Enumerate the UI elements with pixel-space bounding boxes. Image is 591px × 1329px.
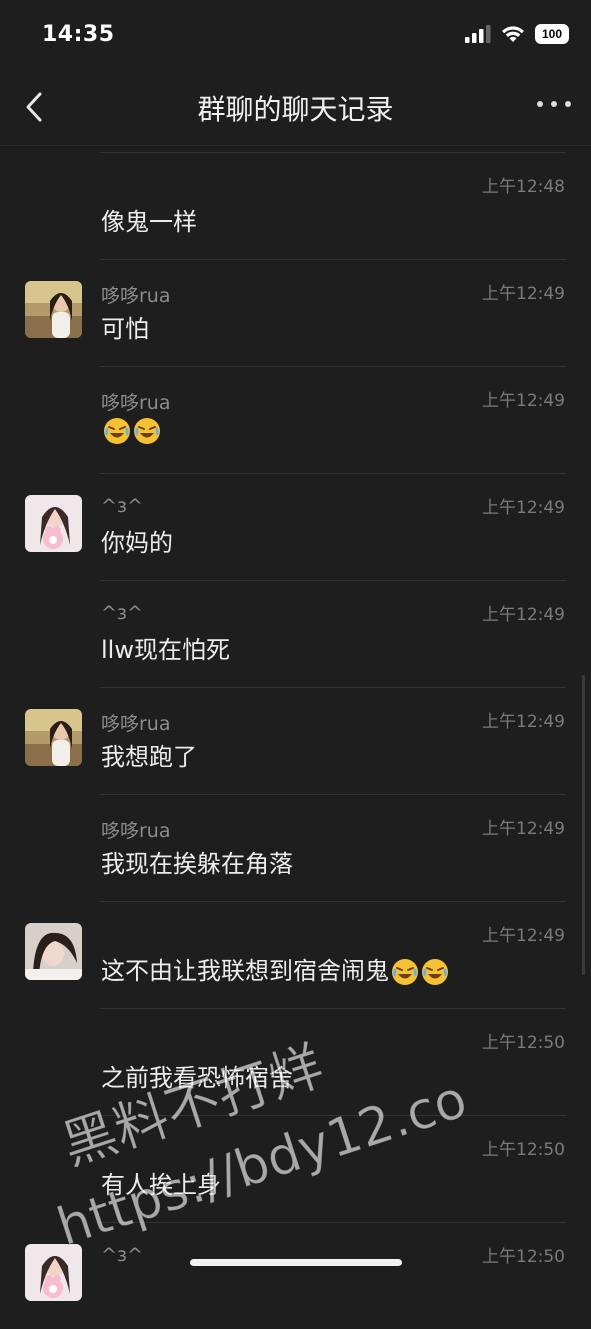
crying-laughing-emoji <box>131 416 161 444</box>
status-time: 14:35 <box>42 22 115 47</box>
message-row[interactable]: 哆哆rua 上午12:49 我想跑了 <box>0 687 591 794</box>
sender-name: ^з^ <box>101 1244 143 1266</box>
message-text-content: 我想跑了 <box>101 743 197 771</box>
dot-icon <box>565 101 571 107</box>
message-row[interactable]: ^з^ 上午12:49 llw现在怕死 <box>0 580 591 687</box>
message-row[interactable]: 哆哆rua 上午12:49 我现在挨躲在角落 <box>0 794 591 901</box>
sender-name: 哆哆rua <box>101 285 171 307</box>
navigation-bar: 群聊的聊天记录 <box>0 70 591 146</box>
message-text: 有人挨上身 <box>101 1165 221 1200</box>
sender-name: 哆哆rua <box>101 713 171 735</box>
message-time: 上午12:49 <box>482 605 565 625</box>
message-text: 这不由让我联想到宿舍闹鬼 <box>101 951 449 986</box>
message-row[interactable]: ^з^ 上午12:50 <box>0 1222 591 1329</box>
divider <box>100 259 566 260</box>
divider <box>100 1008 566 1009</box>
sender-name: ^з^ <box>101 602 143 624</box>
wifi-icon <box>502 26 524 42</box>
divider <box>100 1222 566 1223</box>
message-time: 上午12:48 <box>482 177 565 197</box>
crying-laughing-emoji <box>389 957 419 985</box>
message-time: 上午12:49 <box>482 391 565 411</box>
avatar[interactable] <box>25 495 82 552</box>
message-text: 之前我看恐怖宿舍 <box>101 1058 293 1093</box>
message-text-content: 可怕 <box>101 315 149 343</box>
message-row[interactable]: 哆哆rua 上午12:49 可怕 <box>0 259 591 366</box>
message-text-content: llw现在怕死 <box>101 636 230 664</box>
message-text: 像鬼一样 <box>101 202 197 237</box>
divider <box>100 687 566 688</box>
sender-name: ^з^ <box>101 495 143 517</box>
divider <box>100 152 566 153</box>
message-time: 上午12:50 <box>482 1247 565 1267</box>
divider <box>100 473 566 474</box>
page-title: 群聊的聊天记录 <box>197 93 394 126</box>
message-time: 上午12:50 <box>482 1140 565 1160</box>
message-row[interactable]: 哆哆rua 上午12:49 <box>0 366 591 473</box>
divider <box>100 901 566 902</box>
message-text: 我现在挨躲在角落 <box>101 844 293 879</box>
message-time: 上午12:50 <box>482 1033 565 1053</box>
avatar[interactable] <box>25 923 82 980</box>
divider <box>100 794 566 795</box>
crying-laughing-emoji <box>419 957 449 985</box>
battery-icon: 100 <box>535 24 569 44</box>
message-text-content: 之前我看恐怖宿舍 <box>101 1064 293 1092</box>
divider <box>100 1115 566 1116</box>
message-row[interactable]: 上午12:50 之前我看恐怖宿舍 <box>0 1008 591 1115</box>
message-row[interactable]: ^з^ 上午12:49 你妈的 <box>0 473 591 580</box>
dot-icon <box>551 101 557 107</box>
more-options-button[interactable] <box>537 94 571 114</box>
message-time: 上午12:49 <box>482 712 565 732</box>
message-text: 我想跑了 <box>101 737 197 772</box>
message-text: 可怕 <box>101 309 149 344</box>
message-text: llw现在怕死 <box>101 630 230 665</box>
avatar[interactable] <box>25 709 82 766</box>
message-text-content: 你妈的 <box>101 529 173 557</box>
message-text-content: 像鬼一样 <box>101 208 197 236</box>
message-row[interactable]: 上午12:50 有人挨上身 <box>0 1115 591 1222</box>
scroll-indicator[interactable] <box>582 675 585 975</box>
sender-name: 哆哆rua <box>101 392 171 414</box>
divider <box>100 580 566 581</box>
message-text-content: 我现在挨躲在角落 <box>101 850 293 878</box>
avatar[interactable] <box>25 1244 82 1301</box>
sender-name: 哆哆rua <box>101 820 171 842</box>
message-row[interactable]: 上午12:48 像鬼一样 <box>0 152 591 259</box>
dot-icon <box>537 101 543 107</box>
crying-laughing-emoji <box>101 416 131 444</box>
divider <box>100 366 566 367</box>
message-text <box>101 416 161 445</box>
message-time: 上午12:49 <box>482 284 565 304</box>
message-time: 上午12:49 <box>482 498 565 518</box>
signal-icon <box>465 25 491 43</box>
message-text: 你妈的 <box>101 523 173 558</box>
message-text-content: 有人挨上身 <box>101 1171 221 1199</box>
status-bar: 14:35 100 <box>0 0 591 70</box>
message-row[interactable]: 上午12:49 这不由让我联想到宿舍闹鬼 <box>0 901 591 1008</box>
message-list: 上午12:48 像鬼一样 哆哆rua 上午12:49 可怕 哆哆rua 上午12:49 ^з^… <box>0 152 591 1329</box>
message-text-content: 这不由让我联想到宿舍闹鬼 <box>101 957 389 985</box>
status-icons: 100 <box>465 24 569 44</box>
avatar[interactable] <box>25 281 82 338</box>
home-indicator[interactable] <box>190 1259 402 1266</box>
message-time: 上午12:49 <box>482 819 565 839</box>
message-time: 上午12:49 <box>482 926 565 946</box>
